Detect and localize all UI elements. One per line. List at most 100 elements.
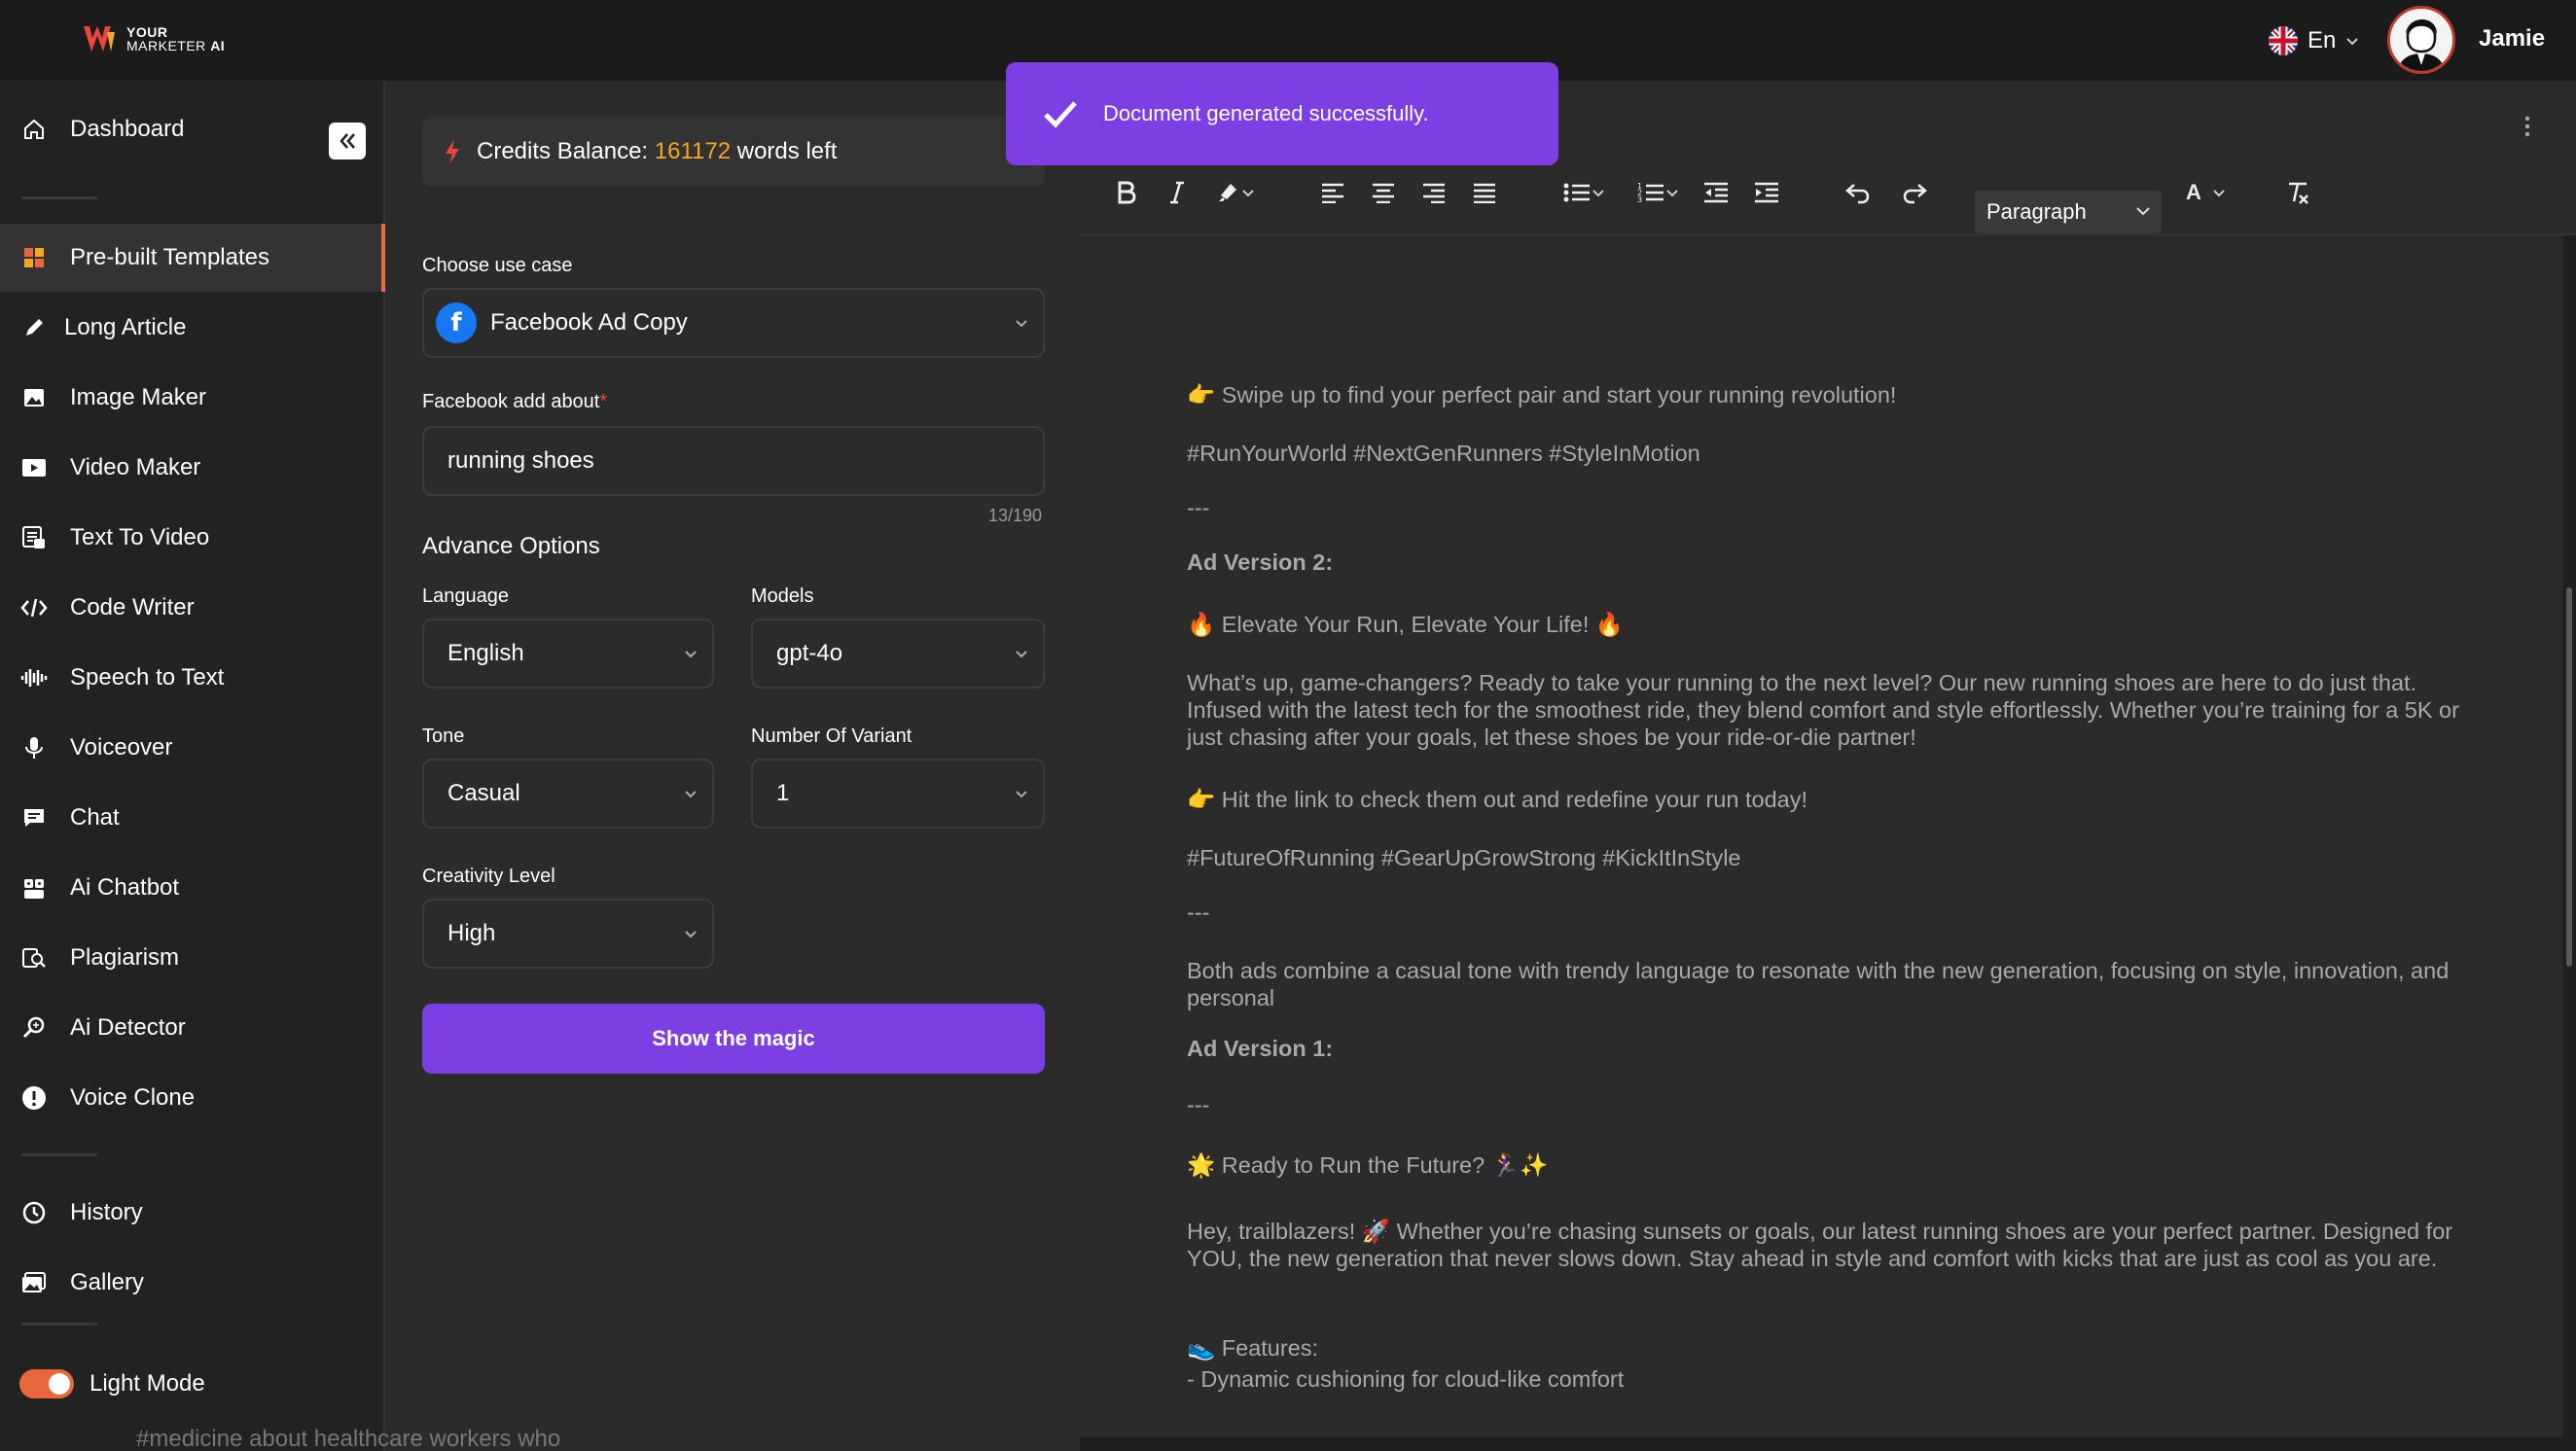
tone-label: Tone	[422, 726, 465, 747]
variants-label: Number Of Variant	[751, 726, 912, 747]
sidebar-item-label: Text To Video	[70, 524, 210, 550]
brand-logo[interactable]: YOUR MARKETER AI	[82, 19, 228, 58]
sidebar-item-text-to-video[interactable]: Text To Video	[0, 504, 385, 572]
numbered-list-button[interactable]: 123	[1630, 175, 1687, 210]
editor-scrollbar[interactable]	[2566, 587, 2572, 967]
cut-off-text: #medicine about healthcare workers who	[136, 1426, 561, 1451]
sidebar-item-plagiarism[interactable]: Plagiarism	[0, 924, 385, 992]
undo-icon	[1845, 184, 1870, 204]
history-icon	[19, 1198, 49, 1227]
avatar-portrait-icon	[2390, 9, 2452, 71]
doc-paragraph: Hey, trailblazers! 🚀 Whether you’re chas…	[1187, 1219, 2453, 1271]
chevron-down-icon	[2346, 38, 2359, 46]
undo-button[interactable]	[1843, 175, 1874, 210]
logo-line-2: MARKETER	[126, 38, 206, 53]
paragraph-style-select[interactable]: Paragraph	[1975, 191, 2162, 233]
user-avatar[interactable]	[2387, 6, 2455, 74]
sidebar-item-voice-clone[interactable]: Voice Clone	[0, 1064, 385, 1132]
sidebar-item-gallery[interactable]: Gallery	[0, 1249, 385, 1317]
clear-formatting-button[interactable]	[2282, 175, 2313, 210]
document-content[interactable]: 👉 Swipe up to find your perfect pair and…	[1080, 235, 2564, 1437]
align-right-button[interactable]	[1418, 175, 1449, 210]
light-mode-toggle-row[interactable]: Light Mode	[0, 1350, 385, 1418]
language-select[interactable]: English	[422, 619, 714, 689]
light-mode-toggle[interactable]	[19, 1369, 74, 1398]
sidebar-item-label: Voice Clone	[70, 1084, 196, 1111]
language-selector[interactable]: En	[2269, 23, 2359, 58]
sidebar-item-label: Video Maker	[70, 454, 201, 480]
bot-icon	[19, 873, 49, 902]
align-justify-button[interactable]	[1469, 175, 1500, 210]
chevron-down-icon	[1592, 190, 1604, 197]
bold-button[interactable]	[1111, 175, 1142, 210]
sidebar-item-label: Plagiarism	[70, 944, 180, 971]
sidebar-item-ai-chatbot[interactable]: Ai Chatbot	[0, 854, 385, 922]
sidebar-item-dashboard[interactable]: Dashboard	[0, 95, 385, 163]
credits-label: Credits Balance:	[477, 138, 649, 164]
sidebar-item-chat[interactable]: Chat	[0, 784, 385, 852]
sidebar-item-voiceover[interactable]: Voiceover	[0, 714, 385, 782]
creativity-value: High	[447, 920, 496, 946]
highlight-button[interactable]	[1206, 175, 1265, 210]
sidebar-item-video-maker[interactable]: Video Maker	[0, 434, 385, 502]
font-color-icon: A	[2186, 180, 2201, 204]
plagiarism-icon	[19, 943, 49, 973]
italic-button[interactable]	[1162, 175, 1193, 210]
sidebar-item-speech-to-text[interactable]: Speech to Text	[0, 644, 385, 712]
sidebar-item-pre-built-templates[interactable]: Pre-built Templates	[0, 224, 385, 292]
align-right-icon	[1423, 183, 1445, 203]
use-case-select[interactable]: f Facebook Ad Copy	[422, 288, 1045, 358]
about-label: Facebook add about*	[422, 391, 608, 412]
sidebar-item-label: Ai Chatbot	[70, 874, 180, 901]
sidebar-divider	[21, 1153, 97, 1156]
language-label: En	[2308, 27, 2337, 53]
language-field-label: Language	[422, 585, 509, 607]
doc-paragraph: ---	[1187, 1092, 1210, 1117]
numbered-list-icon: 123	[1637, 182, 1664, 204]
credits-suffix: words left	[736, 138, 838, 164]
text-video-icon	[19, 523, 49, 552]
chevron-down-icon	[2136, 207, 2150, 216]
credits-value: 161172	[654, 138, 732, 164]
user-name[interactable]: Jamie	[2479, 25, 2545, 53]
align-center-button[interactable]	[1368, 175, 1399, 210]
variants-value: 1	[776, 780, 790, 806]
home-icon	[19, 115, 49, 144]
outdent-button[interactable]	[1700, 175, 1732, 210]
tone-select[interactable]: Casual	[422, 759, 714, 829]
creativity-select[interactable]: High	[422, 899, 714, 969]
pen-icon	[19, 313, 49, 342]
about-input[interactable]: running shoes	[422, 426, 1045, 496]
indent-button[interactable]	[1751, 175, 1782, 210]
required-marker: *	[599, 391, 608, 412]
logo-line-2-ai: AI	[210, 38, 226, 53]
show-the-magic-button[interactable]: Show the magic	[422, 1004, 1045, 1074]
sidebar-item-label: Ai Detector	[70, 1014, 186, 1041]
variants-select[interactable]: 1	[751, 759, 1045, 829]
sidebar-item-label: Chat	[70, 804, 120, 831]
chevron-down-icon	[685, 651, 697, 658]
align-left-button[interactable]	[1317, 175, 1348, 210]
more-options-icon[interactable]	[2523, 115, 2531, 138]
doc-paragraph: 👟 Features:	[1187, 1335, 1319, 1361]
doc-paragraph: 👉 Swipe up to find your perfect pair and…	[1187, 382, 1897, 407]
models-select[interactable]: gpt-4o	[751, 619, 1045, 689]
sidebar-item-history[interactable]: History	[0, 1179, 385, 1247]
collapse-sidebar-button[interactable]	[329, 123, 366, 159]
align-justify-icon	[1474, 183, 1495, 203]
clear-formatting-icon	[2289, 182, 2308, 204]
redo-button[interactable]	[1899, 175, 1930, 210]
sidebar-item-long-article[interactable]: Long Article	[0, 294, 385, 362]
sidebar-item-image-maker[interactable]: Image Maker	[0, 364, 385, 432]
font-color-button[interactable]: A	[2177, 175, 2236, 210]
image-icon	[19, 383, 49, 412]
bold-icon	[1118, 181, 1136, 204]
sidebar-item-ai-detector[interactable]: Ai Detector	[0, 994, 385, 1062]
character-counter: 13/190	[988, 506, 1043, 525]
sidebar-item-code-writer[interactable]: Code Writer	[0, 574, 385, 642]
bullet-list-button[interactable]	[1556, 175, 1613, 210]
checkmark-icon	[1044, 101, 1077, 128]
detector-icon	[19, 1013, 49, 1043]
bullet-list-icon	[1563, 183, 1590, 202]
language-value: English	[447, 640, 524, 666]
